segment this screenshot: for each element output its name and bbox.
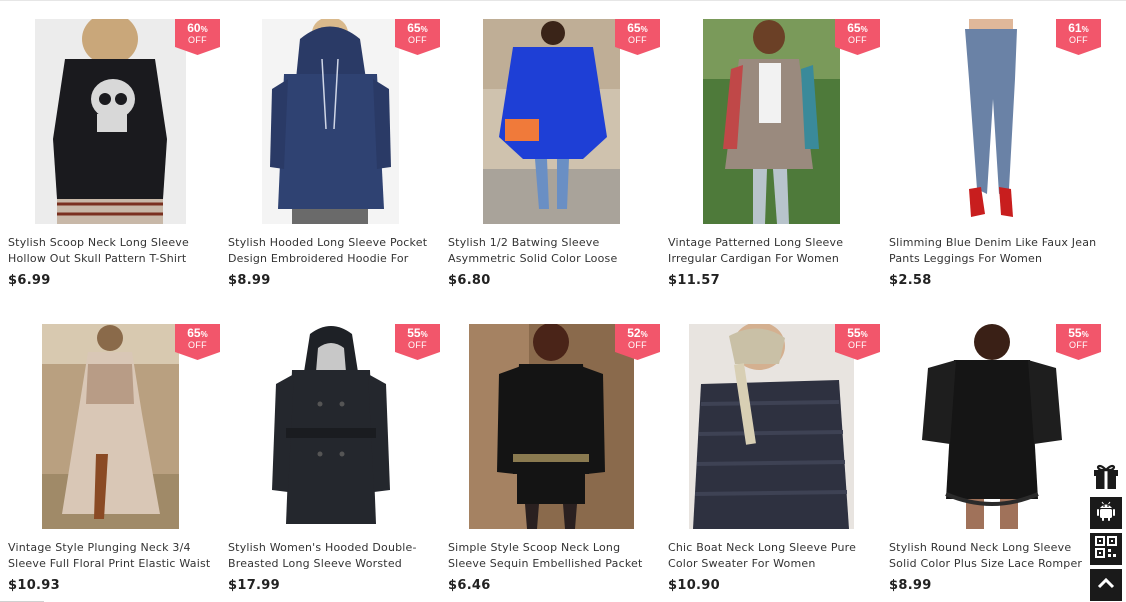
discount-badge: 55% OFF [835,324,880,360]
product-title[interactable]: Stylish 1/2 Batwing Sleeve Asymmetric So… [448,235,660,267]
product-price: $8.99 [228,273,271,288]
discount-off-label: OFF [848,35,867,45]
product-price: $11.57 [668,273,720,288]
product-title[interactable]: Stylish Hooded Long Sleeve Pocket Design… [228,235,440,267]
product-photo[interactable] [929,19,1054,224]
product-card[interactable]: 65% OFF Vintage Style Plunging Neck 3/4 … [8,324,220,593]
product-price: $8.99 [889,578,932,593]
product-card[interactable]: 55% OFF Stylish Women's Hooded Double-Br… [228,324,440,593]
discount-badge: 60% OFF [175,19,220,55]
product-card[interactable]: 52% OFF Simple Style Scoop Neck Long Sle… [448,324,660,593]
discount-percent: 55% [847,326,868,340]
product-image[interactable]: 55% OFF [228,324,440,529]
discount-off-label: OFF [188,340,207,350]
product-listing-page: 60% OFF Stylish Scoop Neck Long Sleeve H… [0,0,1126,602]
product-image[interactable]: 52% OFF [448,324,660,529]
gift-icon [1091,460,1121,494]
product-price: $6.99 [8,273,51,288]
discount-off-label: OFF [408,340,427,350]
discount-badge: 52% OFF [615,324,660,360]
back-to-top-button[interactable] [1090,569,1122,601]
discount-badge: 65% OFF [835,19,880,55]
product-image[interactable]: 55% OFF [889,324,1101,529]
product-photo[interactable] [266,324,396,529]
discount-badge: 65% OFF [395,19,440,55]
product-image[interactable]: 61% OFF [889,19,1101,224]
discount-percent: 65% [847,21,868,35]
product-card[interactable]: 61% OFF Slimming Blue Denim Like Faux Je… [889,19,1101,288]
product-photo[interactable] [469,324,634,529]
discount-badge: 61% OFF [1056,19,1101,55]
discount-badge: 55% OFF [1056,324,1101,360]
product-title[interactable]: Vintage Style Plunging Neck 3/4 Sleeve F… [8,540,220,572]
product-photo[interactable] [262,19,399,224]
discount-percent: 60% [187,21,208,35]
android-icon [1094,499,1118,527]
discount-off-label: OFF [628,35,647,45]
android-app-button[interactable] [1090,497,1122,529]
product-card[interactable]: 65% OFF Stylish Hooded Long Sleeve Pocke… [228,19,440,288]
discount-percent: 65% [627,21,648,35]
product-title[interactable]: Stylish Scoop Neck Long Sleeve Hollow Ou… [8,235,220,267]
product-price: $10.90 [668,578,720,593]
product-title[interactable]: Stylish Round Neck Long Sleeve Solid Col… [889,540,1101,572]
discount-percent: 55% [1068,326,1089,340]
product-card[interactable]: 55% OFF Chic Boat Neck Long Sleeve Pure … [668,324,880,593]
discount-badge: 55% OFF [395,324,440,360]
discount-percent: 65% [407,21,428,35]
product-card[interactable]: 60% OFF Stylish Scoop Neck Long Sleeve H… [8,19,220,288]
discount-badge: 65% OFF [175,324,220,360]
product-price: $6.46 [448,578,491,593]
product-title[interactable]: Stylish Women's Hooded Double-Breasted L… [228,540,440,572]
discount-percent: 61% [1068,21,1089,35]
discount-off-label: OFF [848,340,867,350]
product-photo[interactable] [42,324,179,529]
product-title[interactable]: Simple Style Scoop Neck Long Sleeve Sequ… [448,540,660,572]
product-price: $6.80 [448,273,491,288]
qr-code-button[interactable] [1090,533,1122,565]
qr-code-icon [1094,535,1118,563]
product-image[interactable]: 65% OFF [448,19,660,224]
product-image[interactable]: 55% OFF [668,324,880,529]
discount-off-label: OFF [188,35,207,45]
product-image[interactable]: 60% OFF [8,19,220,224]
product-photo[interactable] [689,324,854,529]
back-to-top-icon [1096,573,1116,597]
side-toolbar [1090,461,1122,602]
discount-percent: 55% [407,326,428,340]
product-price: $10.93 [8,578,60,593]
product-image[interactable]: 65% OFF [228,19,440,224]
product-image[interactable]: 65% OFF [8,324,220,529]
discount-percent: 52% [627,326,648,340]
discount-off-label: OFF [628,340,647,350]
product-card[interactable]: 65% OFF Vintage Patterned Long Sleeve Ir… [668,19,880,288]
product-title[interactable]: Vintage Patterned Long Sleeve Irregular … [668,235,880,267]
product-price: $2.58 [889,273,932,288]
product-photo[interactable] [910,324,1075,529]
product-grid: 60% OFF Stylish Scoop Neck Long Sleeve H… [0,1,1126,602]
product-price: $17.99 [228,578,280,593]
product-card[interactable]: 65% OFF Stylish 1/2 Batwing Sleeve Asymm… [448,19,660,288]
product-photo[interactable] [35,19,186,224]
product-photo[interactable] [483,19,620,224]
product-title[interactable]: Chic Boat Neck Long Sleeve Pure Color Sw… [668,540,880,572]
gift-button[interactable] [1090,461,1122,493]
discount-percent: 65% [187,326,208,340]
product-title[interactable]: Slimming Blue Denim Like Faux Jean Pants… [889,235,1101,267]
product-card[interactable]: 55% OFF Stylish Round Neck Long Sleeve S… [889,324,1101,593]
product-image[interactable]: 65% OFF [668,19,880,224]
product-photo[interactable] [703,19,840,224]
discount-off-label: OFF [408,35,427,45]
discount-badge: 65% OFF [615,19,660,55]
discount-off-label: OFF [1069,35,1088,45]
discount-off-label: OFF [1069,340,1088,350]
